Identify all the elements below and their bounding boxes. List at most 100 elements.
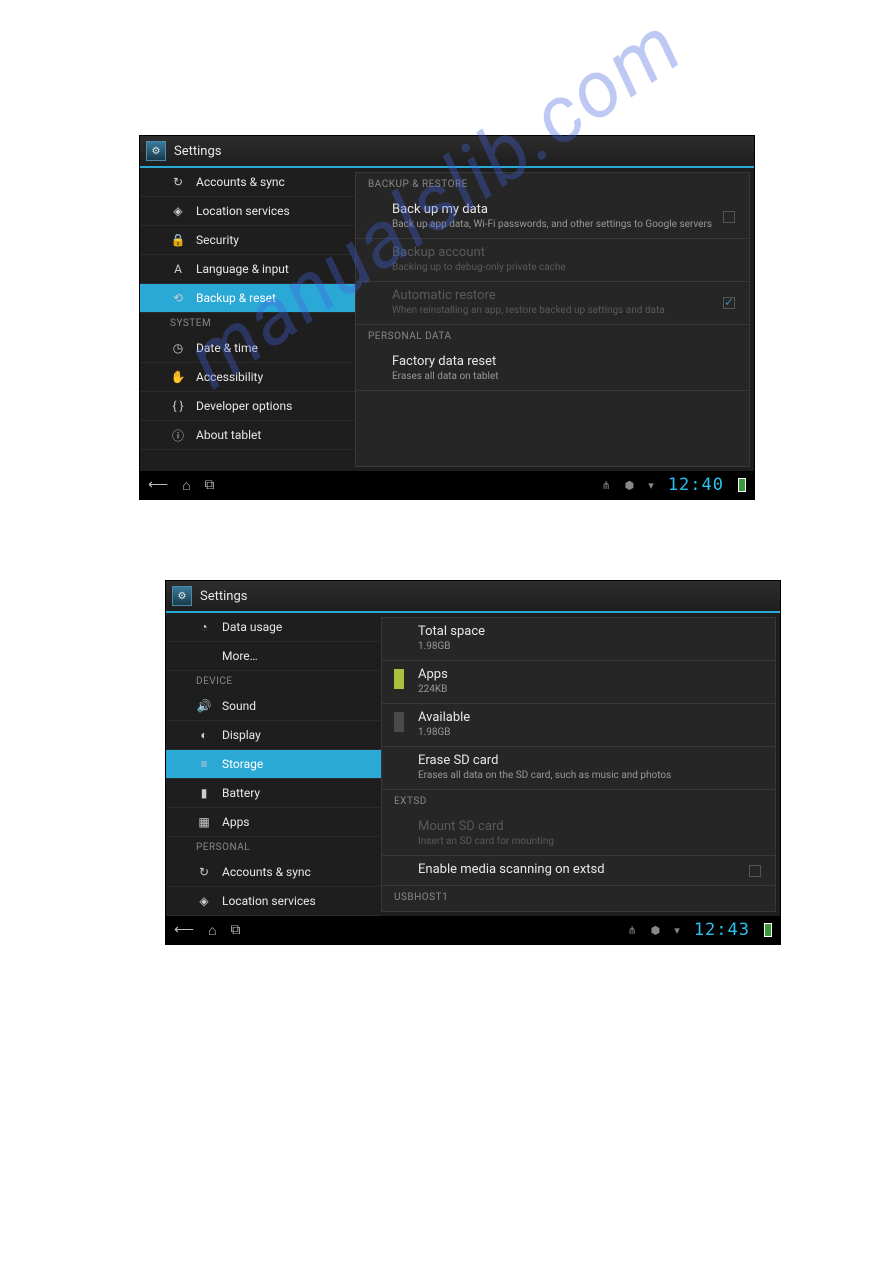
sidebar-item[interactable]: ◈ Location services [166,887,381,916]
sidebar-item[interactable]: ▦ Apps [166,808,381,837]
sidebar-item[interactable]: ↻Accounts & sync [166,858,381,887]
wifi-icon: ▾ [674,924,680,937]
settings-row[interactable]: Total space 1.98GB [382,618,775,661]
sidebar-icon: ◈ [170,203,186,219]
sidebar-label: Date & time [196,341,258,355]
body: ◔Data usageMore…DEVICE 🔊 Sound ◐Display≡Sto… [166,613,780,916]
sidebar-label: Sound [222,699,256,713]
row-subtitle: Back up app data, Wi-Fi passwords, and o… [392,219,737,230]
row-title: Available [418,710,763,725]
sidebar-item[interactable]: ◐Display [166,721,381,750]
row-subtitle: 1.98GB [418,727,763,738]
sidebar-item[interactable]: ▮Battery [166,779,381,808]
home-button[interactable]: ⌂ [208,922,216,939]
row-title: Backup account [392,245,737,260]
storage-color-box [394,712,404,732]
row-title: Total space [418,624,763,639]
sidebar-label: Backup & reset [196,291,276,305]
settings-row[interactable]: Available 1.98GB [382,704,775,747]
settings-header: ⚙ Settings [140,136,754,168]
header-title: Settings [174,144,221,159]
sidebar-label: Security [196,233,239,247]
content-pane: BACKUP & RESTORE Back up my dataBack up … [355,172,750,467]
settings-icon: ⚙ [172,586,192,606]
settings-icon: ⚙ [146,141,166,161]
sidebar-label: Developer options [196,399,292,413]
sidebar-item[interactable]: ≡Storage [166,750,381,779]
row-subtitle: Backing up to debug-only private cache [392,262,737,273]
storage-color-box [394,669,404,689]
settings-header: ⚙ Settings [166,581,780,613]
usb-icon: ⋔ [601,479,610,492]
sidebar-section: DEVICE [166,671,381,692]
sidebar-section: SYSTEM [140,313,355,334]
sidebar-label: About tablet [196,428,261,442]
sidebar-icon: 🔊 [196,698,212,714]
clock[interactable]: 12:40 [668,475,724,495]
sidebar-icon [196,648,212,664]
section-header: BACKUP & RESTORE [356,173,749,196]
sidebar-label: Accounts & sync [222,865,311,879]
sidebar-item[interactable]: 🔊 Sound [166,692,381,721]
sidebar-label: Language & input [196,262,289,276]
sidebar-icon: ◐ [196,727,212,743]
row-title: Factory data reset [392,354,737,369]
section-header: EXTSD [382,790,775,813]
sidebar-icon: ◈ [196,893,212,909]
sidebar-label: Location services [222,894,316,908]
settings-row[interactable]: Apps224KB [382,661,775,704]
sidebar-item[interactable]: 🔒Security [140,226,355,255]
row-subtitle: 1.98GB [418,641,763,652]
clock[interactable]: 12:43 [694,920,750,940]
sidebar-item[interactable]: ◷Date & time [140,334,355,363]
back-button[interactable]: ⟵ [174,922,194,938]
row-subtitle: Insert an SD card for mounting [418,836,763,847]
wifi-icon: ▾ [648,479,654,492]
sidebar-icon: ↻ [170,174,186,190]
sidebar: ↻ Accounts & sync ◈ Location services 🔒Secur… [140,168,355,471]
sidebar-icon: ⟲ [170,290,186,306]
battery-icon [764,923,772,937]
sidebar-label: Accessibility [196,370,263,384]
debug-icon: ⬢ [651,924,661,937]
settings-row: Automatic restoreWhen reinstalling an ap… [356,282,749,325]
settings-row[interactable]: Factory data reset Erases all data on tab… [356,348,749,391]
sidebar-item[interactable]: ALanguage & input [140,255,355,284]
sidebar-item[interactable]: ◔Data usage [166,613,381,642]
body: ↻ Accounts & sync ◈ Location services 🔒Secur… [140,168,754,471]
section-header: USBHOST1 [382,886,775,909]
sidebar-item[interactable]: ⟲ Backup & reset [140,284,355,313]
settings-row: Mount SD cardInsert an SD card for mount… [382,813,775,856]
sidebar-label: Apps [222,815,250,829]
sidebar-item[interactable]: ✋ Accessibility [140,363,355,392]
sidebar-icon: ✋ [170,369,186,385]
row-subtitle: Erases all data on the SD card, such as … [418,770,763,781]
sidebar-item[interactable]: More… [166,642,381,671]
sidebar: ◔Data usageMore…DEVICE 🔊 Sound ◐Display≡Sto… [166,613,381,916]
sidebar-item[interactable]: { } Developer options [140,392,355,421]
home-button[interactable]: ⌂ [182,477,190,494]
sidebar-label: Accounts & sync [196,175,285,189]
checkbox[interactable] [723,211,735,223]
row-subtitle: Erases all data on tablet [392,371,737,382]
checkbox[interactable] [749,865,761,877]
sidebar-label: Battery [222,786,260,800]
settings-row[interactable]: Erase SD cardErases all data on the SD c… [382,747,775,790]
sidebar-label: Location services [196,204,290,218]
sidebar-icon: { } [170,398,186,414]
settings-row[interactable]: Back up my dataBack up app data, Wi-Fi p… [356,196,749,239]
sidebar-item[interactable]: ◈ Location services [140,197,355,226]
sidebar-item[interactable]: ↻ Accounts & sync [140,168,355,197]
settings-row: Backup account Backing up to debug-only p… [356,239,749,282]
recent-apps-button[interactable]: ⧉ [205,477,215,493]
back-button[interactable]: ⟵ [148,477,168,493]
sidebar-icon: ▦ [196,814,212,830]
row-title: Apps [418,667,763,682]
sidebar-item[interactable]: ⓘAbout tablet [140,421,355,450]
debug-icon: ⬢ [625,479,635,492]
row-title: Enable media scanning on extsd [418,862,763,877]
recent-apps-button[interactable]: ⧉ [231,922,241,938]
battery-icon [738,478,746,492]
section-header: PERSONAL DATA [356,325,749,348]
settings-row[interactable]: Enable media scanning on extsd [382,856,775,886]
